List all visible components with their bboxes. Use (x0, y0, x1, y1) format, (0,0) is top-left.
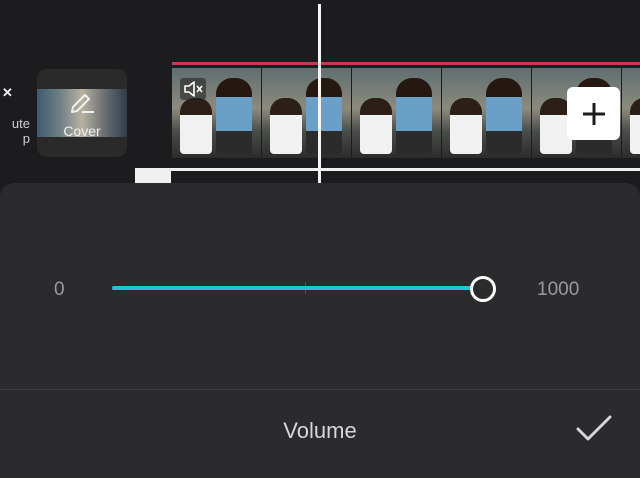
clip-frame (352, 68, 442, 158)
volume-panel: 0 1000 Volume (0, 183, 640, 478)
mute-clip-label-line1: ute (11, 116, 30, 131)
timeline: ✕ ute p Cover (0, 0, 640, 186)
add-clip-button[interactable] (567, 87, 620, 140)
mute-clip-button[interactable]: ✕ ute p (0, 84, 30, 154)
pencil-icon (71, 94, 94, 113)
x-mark-icon: ✕ (2, 85, 13, 100)
mute-clip-label-line2: p (22, 131, 30, 146)
slider-min-label: 0 (54, 279, 65, 300)
volume-slider-fill (112, 286, 482, 290)
cover-button[interactable]: Cover (37, 69, 127, 157)
plus-icon (582, 102, 605, 125)
clip-frame (262, 68, 352, 158)
clip-marker-line (172, 62, 640, 65)
slider-max-label: 1000 (537, 279, 580, 300)
clip-frame (442, 68, 532, 158)
cover-label: Cover (63, 123, 101, 139)
mute-clip-label: ute p (0, 116, 30, 146)
clip-frame (622, 68, 640, 158)
panel-divider (0, 389, 640, 390)
timeline-scroll-track (135, 168, 640, 171)
checkmark-icon[interactable] (574, 413, 614, 445)
playhead[interactable] (318, 4, 321, 184)
panel-title: Volume (283, 418, 357, 443)
speaker-muted-icon (180, 78, 206, 100)
volume-slider-thumb[interactable] (470, 276, 496, 302)
